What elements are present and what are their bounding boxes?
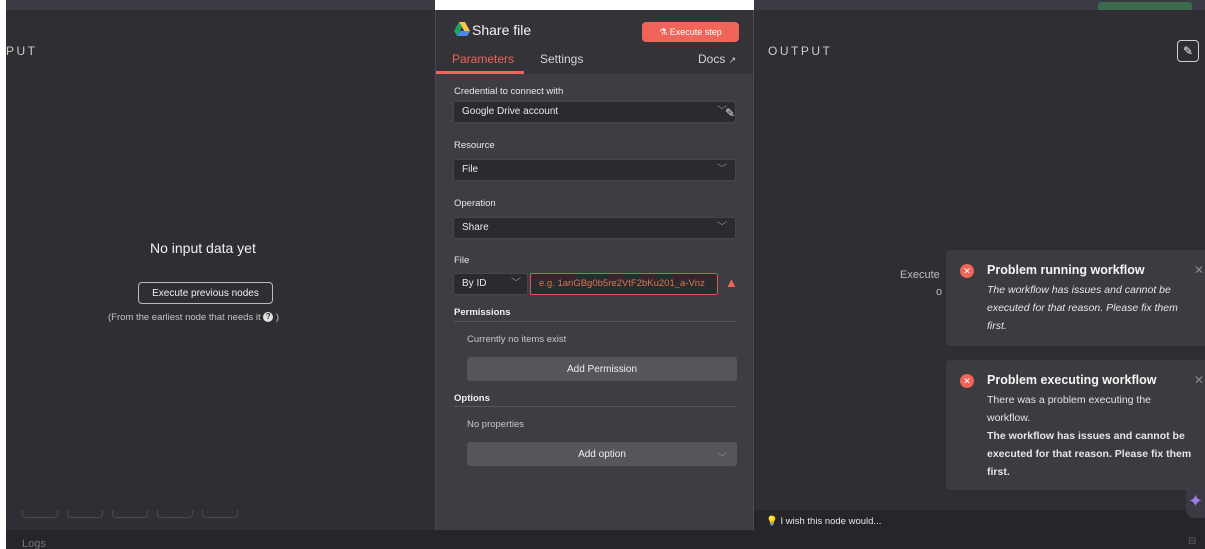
toast-body: There was a problem executing the workfl… [987, 394, 1152, 424]
input-panel [6, 10, 435, 510]
error-toast: ✕ Problem running workflow ✕ The workflo… [946, 250, 1205, 346]
flask-icon: ⚗ [659, 26, 668, 37]
file-id-input[interactable]: e.g. 1anGBg0b5re2VtF2bKu201_a-Vnz [530, 273, 718, 295]
tab-settings[interactable]: Settings [540, 52, 583, 66]
tab-parameters[interactable]: Parameters [452, 52, 514, 66]
execute-step-label: Execute step [669, 26, 722, 37]
no-input-title: No input data yet [150, 240, 256, 256]
file-label: File [454, 255, 470, 266]
chevron-down-icon: ﹀ [717, 452, 727, 464]
input-heading: PUT [6, 44, 38, 58]
credential-select[interactable]: Google Drive account ﹀ [453, 101, 736, 123]
footer-button[interactable] [67, 510, 103, 518]
add-option-button[interactable]: Add option ﹀ [467, 442, 737, 466]
add-permission-button[interactable]: Add Permission [467, 357, 737, 381]
docs-label: Docs [698, 52, 726, 66]
toast-body-detail: The workflow has issues and cannot be ex… [987, 430, 1192, 478]
close-icon[interactable]: ✕ [1194, 373, 1204, 387]
chevron-down-icon: ﹀ [511, 278, 521, 289]
error-toast: ✕ Problem executing workflow ✕ There was… [946, 360, 1205, 490]
feedback-link[interactable]: 💡 I wish this node would... [766, 516, 881, 527]
close-icon[interactable]: ✕ [1194, 263, 1204, 277]
logs-toggle-icon[interactable]: ⊟ [1188, 536, 1196, 547]
credential-label: Credential to connect with [454, 86, 564, 97]
output-hint-partial: Execute [900, 269, 940, 281]
help-icon[interactable]: ? [263, 312, 274, 323]
operation-label: Operation [454, 198, 496, 209]
modal-header: Share file ⚗ Execute step Parameters Set… [436, 10, 753, 74]
resource-select[interactable]: File ﹀ [453, 159, 736, 181]
permissions-empty: Currently no items exist [467, 334, 567, 345]
edit-output-button[interactable]: ✎ [1177, 40, 1199, 62]
chevron-down-icon: ﹀ [717, 164, 727, 175]
external-link-icon: ↗ [728, 55, 737, 65]
operation-value: Share [462, 222, 489, 233]
toast-title: Problem executing workflow [987, 373, 1157, 387]
error-icon: ✕ [960, 264, 974, 278]
file-mode-select[interactable]: By ID ﹀ [453, 273, 528, 295]
divider [454, 406, 737, 407]
warning-icon: ▲ [725, 275, 738, 290]
operation-select[interactable]: Share ﹀ [453, 217, 736, 239]
options-empty: No properties [467, 419, 525, 430]
pencil-icon: ✎ [1182, 44, 1194, 58]
resource-label: Resource [454, 140, 495, 151]
options-title: Options [454, 393, 490, 404]
file-mode-value: By ID [462, 278, 487, 289]
toast-title: Problem running workflow [987, 263, 1145, 277]
divider [454, 321, 737, 322]
add-option-label: Add option [578, 448, 626, 460]
node-title[interactable]: Share file [472, 22, 531, 38]
active-tab-indicator [436, 71, 524, 74]
google-drive-icon [454, 22, 470, 36]
footer-button[interactable] [157, 510, 193, 518]
tab-docs[interactable]: Docs ↗ [698, 52, 736, 66]
execute-step-button[interactable]: ⚗ Execute step [642, 22, 739, 42]
footer-button[interactable] [202, 510, 238, 518]
permissions-title: Permissions [454, 307, 511, 318]
credential-value: Google Drive account [462, 106, 559, 117]
output-hint-partial-2: o [936, 286, 943, 298]
hint-text: (From the earliest node that needs it [108, 312, 261, 323]
chevron-down-icon: ﹀ [717, 222, 727, 233]
resource-value: File [462, 164, 479, 175]
logs-label[interactable]: Logs [22, 538, 46, 549]
footer-button[interactable] [22, 510, 58, 518]
node-parameters-modal: Share file ⚗ Execute step Parameters Set… [435, 10, 754, 530]
lightbulb-icon: 💡 [766, 516, 778, 527]
error-icon: ✕ [960, 374, 974, 388]
hint-close: ) [275, 312, 280, 323]
sparkle-icon: ✦ [1187, 491, 1204, 511]
execute-previous-nodes-button[interactable]: Execute previous nodes [138, 282, 273, 304]
feedback-text: I wish this node would... [780, 516, 882, 527]
toast-body: The workflow has issues and cannot be ex… [987, 284, 1178, 332]
output-heading: OUTPUT [768, 44, 833, 58]
edit-credential-icon[interactable]: ✎ [725, 106, 735, 120]
footer-button[interactable] [112, 510, 148, 518]
earliest-node-hint: (From the earliest node that needs it ? … [108, 312, 279, 323]
